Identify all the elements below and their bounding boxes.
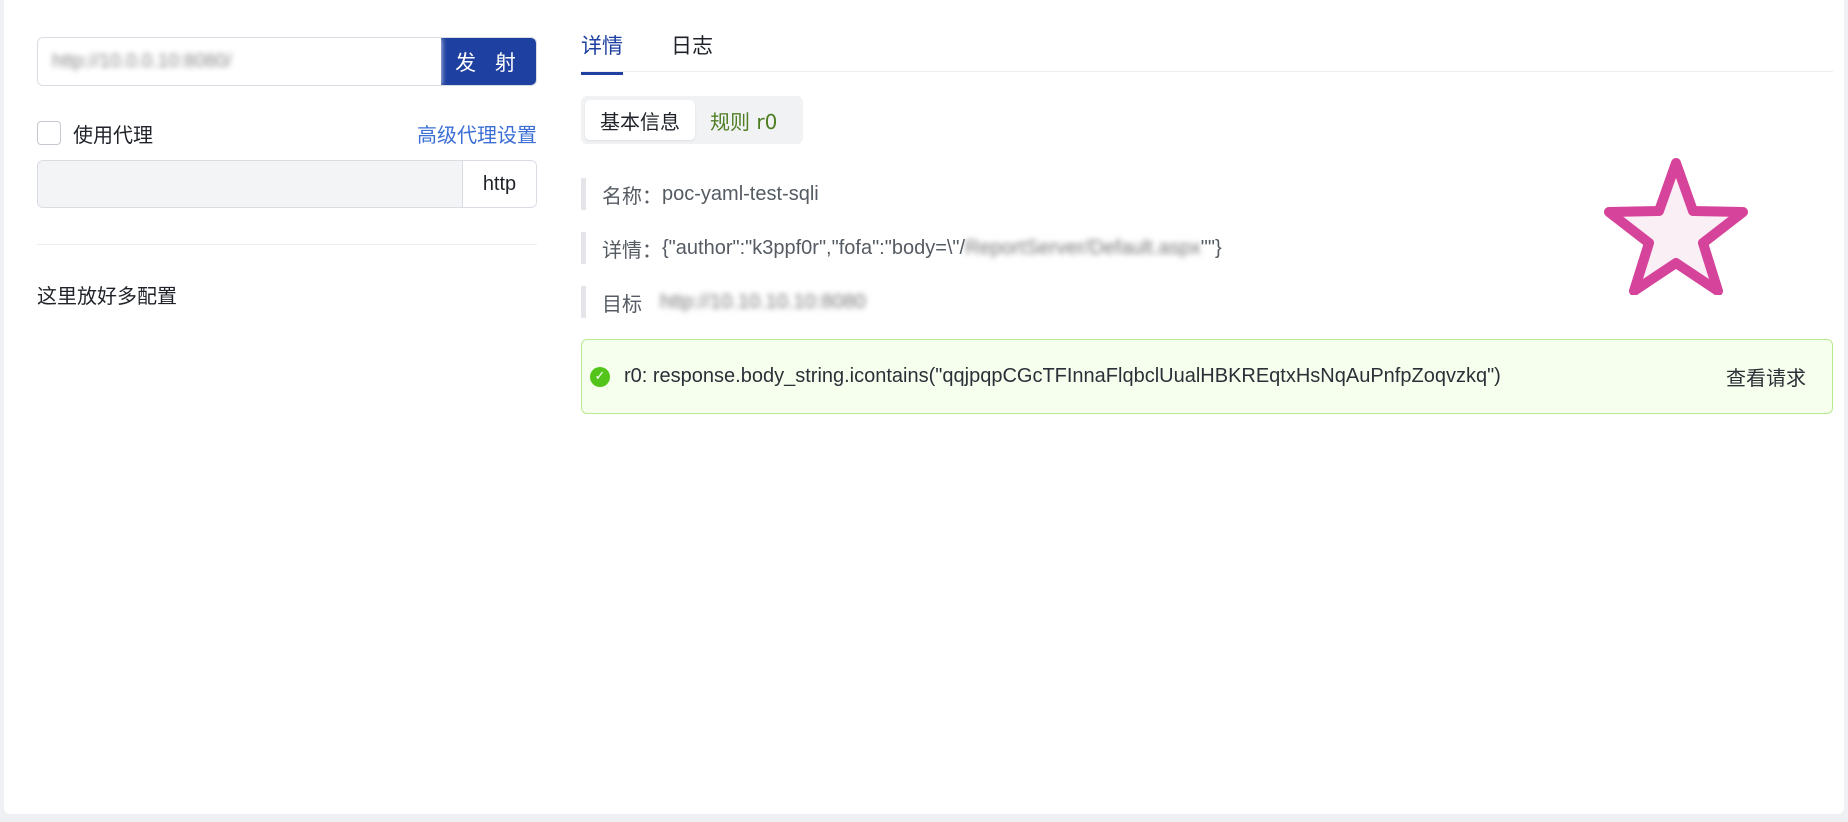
detail-value-redacted: ReportServer/Default.aspx — [965, 236, 1201, 259]
url-input-group: 发 射 — [37, 37, 537, 86]
segment-basic-info[interactable]: 基本信息 — [585, 100, 695, 140]
rule-result-alert: ✓ r0: response.body_string.icontains("qq… — [581, 339, 1833, 414]
check-circle-icon: ✓ — [590, 366, 610, 387]
detail-value-suffix: ""} — [1200, 236, 1222, 259]
tab-logs[interactable]: 日志 — [671, 30, 713, 72]
target-label: 目标 — [602, 291, 642, 316]
detail-value: {"author":"k3ppf0r","fofa":"body=\"/ — [662, 236, 966, 259]
proxy-row: 使用代理 高级代理设置 — [37, 118, 537, 148]
target-value: http://10.10.10.10:8080 — [660, 290, 866, 313]
proxy-address-input[interactable] — [38, 161, 462, 207]
target-url-input[interactable] — [38, 38, 441, 85]
use-proxy-label: 使用代理 — [73, 122, 153, 147]
config-area-text: 这里放好多配置 — [37, 284, 177, 308]
detail-segmented-control: 基本信息 规则 r0 — [581, 96, 803, 144]
use-proxy-checkbox[interactable] — [37, 121, 61, 145]
info-name-row: 名称： poc-yaml-test-sqli — [581, 178, 819, 210]
info-detail-row: 详情： {"author":"k3ppf0r","fofa":"body=\"/… — [581, 232, 1222, 264]
star-icon[interactable] — [1602, 155, 1750, 295]
main-panel: 发 射 使用代理 高级代理设置 http 这里放好多配置 详情 日志 基本信息 … — [4, 0, 1844, 814]
view-request-button[interactable]: 查看请求 — [1726, 362, 1806, 391]
detail-label: 详情： — [602, 237, 662, 262]
result-tabs: 详情 日志 — [581, 26, 1833, 75]
name-label: 名称： — [602, 183, 662, 208]
proxy-scheme-select[interactable]: http — [462, 161, 536, 207]
name-value: poc-yaml-test-sqli — [662, 182, 819, 205]
info-target-row: 目标 http://10.10.10.10:8080 — [581, 286, 866, 318]
segment-rule-r0[interactable]: 规则 r0 — [695, 100, 792, 140]
tab-details[interactable]: 详情 — [581, 30, 623, 75]
proxy-address-group: http — [37, 160, 537, 208]
advanced-proxy-settings-link[interactable]: 高级代理设置 — [417, 119, 537, 148]
rule-expression: r0: response.body_string.icontains("qqjp… — [624, 365, 1501, 387]
send-button[interactable]: 发 射 — [441, 38, 536, 85]
divider — [37, 244, 537, 245]
